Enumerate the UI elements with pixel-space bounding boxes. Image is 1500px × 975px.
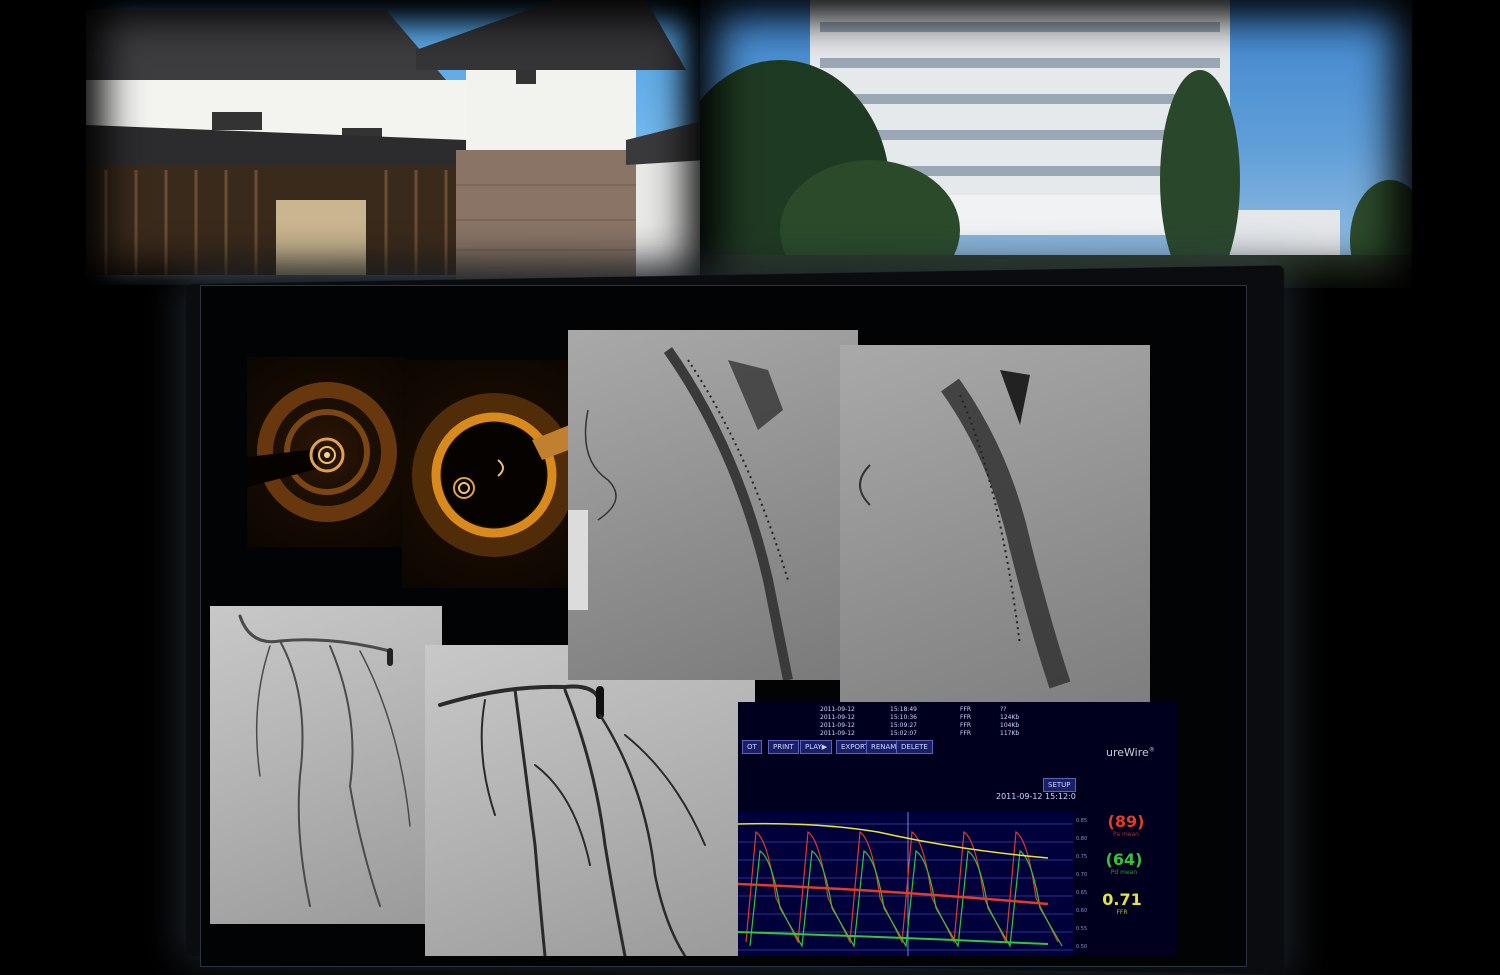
hospital-illustration [700, 0, 1412, 288]
castle-photo [86, 0, 706, 285]
delete-button[interactable]: DELETE [896, 740, 933, 754]
list-item[interactable]: 2011-09-12 15:02:07 FFR 117Kb [820, 730, 1070, 738]
recording-timestamp: 2011-09-12 15:12:0 [996, 792, 1076, 801]
ffr-readout: 0.71 FFR [1102, 890, 1142, 916]
scale-tick: 0.60 [1076, 908, 1088, 914]
pa-mean-value: (89) [1107, 812, 1145, 831]
brand-text: ureWire [1106, 746, 1149, 759]
oct-image-left [247, 357, 405, 547]
list-item[interactable]: 2011-09-12 15:10:36 FFR 124Kb [820, 714, 1070, 722]
hospital-photo [700, 0, 1412, 288]
ffr-label: FFR [1116, 909, 1128, 916]
pd-mean-readout: (64) Pd mean [1104, 850, 1144, 876]
pressure-wire-panel: 2011-09-12 15:18:49 FFR ?? 2011-09-12 15… [738, 702, 1178, 956]
scale-tick: 0.75 [1076, 854, 1088, 860]
fluoroscopy-right [840, 345, 1150, 755]
scale-tick: 0.55 [1076, 926, 1088, 932]
scale-tick: 0.50 [1076, 944, 1088, 950]
angiogram-middle [425, 645, 755, 956]
pressure-graph [738, 812, 1073, 956]
scale-tick: 0.85 [1076, 818, 1088, 824]
pressure-traces [738, 812, 1073, 956]
scale-tick: 0.65 [1076, 890, 1088, 896]
ffr-value: 0.71 [1102, 890, 1142, 909]
list-item[interactable]: 2011-09-12 15:18:49 FFR ?? [820, 706, 1070, 714]
pa-mean-readout: (89) Pa mean [1106, 812, 1146, 838]
scale-tick: 0.80 [1076, 836, 1088, 842]
oct-image-right [402, 360, 582, 588]
angiogram-left [210, 606, 442, 924]
scale-tick: 0.70 [1076, 872, 1088, 878]
recording-list: 2011-09-12 15:18:49 FFR ?? 2011-09-12 15… [820, 706, 1070, 738]
pd-mean-value: (64) [1105, 850, 1143, 869]
print-button[interactable]: PRINT [768, 740, 799, 754]
pressurewire-logo: ureWire® [1106, 746, 1155, 759]
pd-mean-label: Pd mean [1110, 869, 1138, 876]
setup-button[interactable]: SETUP [1043, 778, 1076, 792]
fluoroscopy-middle [568, 330, 858, 680]
registered-mark: ® [1148, 746, 1155, 754]
list-item[interactable]: 2011-09-12 15:09:27 FFR 104Kb [820, 722, 1070, 730]
castle-illustration [86, 0, 706, 285]
ot-button[interactable]: OT [742, 740, 762, 754]
play-button[interactable]: PLAY▶ [800, 740, 833, 754]
pa-mean-label: Pa mean [1113, 831, 1139, 838]
ffr-scale: 0.85 0.80 0.75 0.70 0.65 0.60 0.55 0.50 [1076, 812, 1098, 956]
